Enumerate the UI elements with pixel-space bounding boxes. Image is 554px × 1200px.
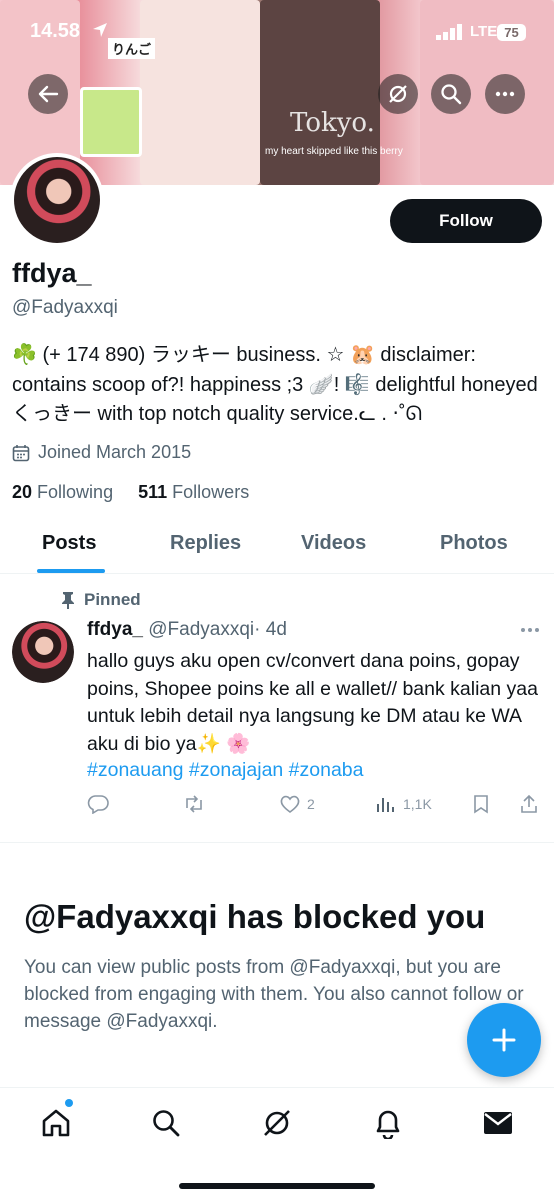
following-count: 20 [12,482,33,502]
plus-icon [492,1028,516,1052]
followers-count: 511 [138,482,168,502]
banner-tag: Tokyo. [290,108,375,138]
profile-avatar[interactable] [10,153,104,247]
back-button[interactable] [28,74,68,114]
post-header: ffdya_ @Fadyaxxqi· 4d [87,619,287,641]
nav-grok[interactable] [259,1105,295,1141]
pin-icon [62,592,74,609]
post-time: · 4d [254,619,287,640]
back-arrow-icon [38,85,59,103]
like-button[interactable]: 2 [279,794,315,814]
views-count: 1,1K [403,796,432,812]
home-indicator [179,1183,375,1189]
more-button[interactable] [485,74,525,114]
search-button[interactable] [431,74,471,114]
follow-counts: 20 Following 511 Followers [12,482,249,503]
following-label: Following [37,482,114,502]
banner-tag: my heart skipped like this berry [265,146,403,157]
avatar-image [12,621,74,683]
post-avatar[interactable] [12,621,74,683]
share-button[interactable] [519,794,539,814]
more-icon [495,91,515,97]
compose-button[interactable] [467,1003,541,1077]
search-icon [441,84,462,105]
blocked-title: @Fadyaxxqi has blocked you [24,898,486,935]
grok-button[interactable] [378,74,418,114]
pinned-label: Pinned [60,590,141,610]
blocked-message: You can view public posts from @Fadyaxxq… [24,957,524,1032]
search-icon [153,1110,180,1137]
signal-icon [436,24,462,40]
post-author-name[interactable]: ffdya_ [87,619,143,640]
active-tab-indicator [37,569,105,573]
post-author-handle[interactable]: @Fadyaxxqi [148,619,254,640]
section-divider [0,842,554,843]
bell-icon [376,1110,400,1139]
battery-indicator: 75 [497,24,526,41]
followers-link[interactable]: 511 Followers [138,482,249,502]
grok-icon [389,85,407,103]
home-notification-dot [65,1099,73,1107]
like-count: 2 [307,796,315,812]
nav-notifications[interactable] [370,1105,406,1141]
profile-bio: ☘️ (+ 174 890) ラッキー business. ☆ 🐹 discla… [12,344,538,425]
tab-replies[interactable]: Replies [170,532,241,555]
follow-button[interactable]: Follow [390,199,542,243]
location-icon [93,23,107,37]
followers-label: Followers [172,482,250,502]
nav-home[interactable] [38,1105,74,1141]
post-hashtags[interactable]: #zonauang #zonajajan #zonaba [87,759,364,782]
profile-banner[interactable]: りんご my heart skipped like this berry Tok… [0,0,554,185]
tab-videos[interactable]: Videos [301,532,366,555]
like-icon [280,795,300,813]
views-button[interactable]: 1,1K [375,794,432,814]
profile-handle: @Fadyaxxqi [12,297,118,318]
tab-posts[interactable]: Posts [42,532,96,555]
bookmark-button[interactable] [471,794,491,814]
avatar-image [14,157,100,243]
views-icon [377,798,394,812]
status-bar: 14.58 LTE 75 [0,18,554,48]
pinned-text: Pinned [84,590,141,609]
calendar-icon [12,444,30,461]
home-icon [42,1109,70,1137]
nav-search[interactable] [148,1105,184,1141]
network-label: LTE [470,23,498,40]
bookmark-icon [474,795,488,814]
post-actions: 2 1,1K [87,794,542,820]
reply-icon [87,795,109,814]
display-name: ffdya_ [12,258,92,288]
post-text: hallo guys aku open cv/convert dana poin… [87,650,538,755]
tab-photos[interactable]: Photos [440,532,508,555]
nav-messages[interactable] [480,1105,516,1141]
repost-button[interactable] [183,794,205,814]
repost-icon [186,795,202,813]
mail-icon [484,1112,512,1134]
status-time: 14.58 [30,20,81,42]
share-icon [521,794,537,813]
grok-icon [264,1110,290,1136]
joined-text: Joined March 2015 [38,442,192,462]
reply-button[interactable] [87,794,109,814]
post-more-button[interactable] [520,616,540,639]
following-link[interactable]: 20 Following [12,482,113,502]
more-icon [521,628,539,632]
joined-date: Joined March 2015 [12,442,191,463]
banner-sticker [80,87,142,157]
profile-tabs: Posts Replies Videos Photos [0,518,554,574]
